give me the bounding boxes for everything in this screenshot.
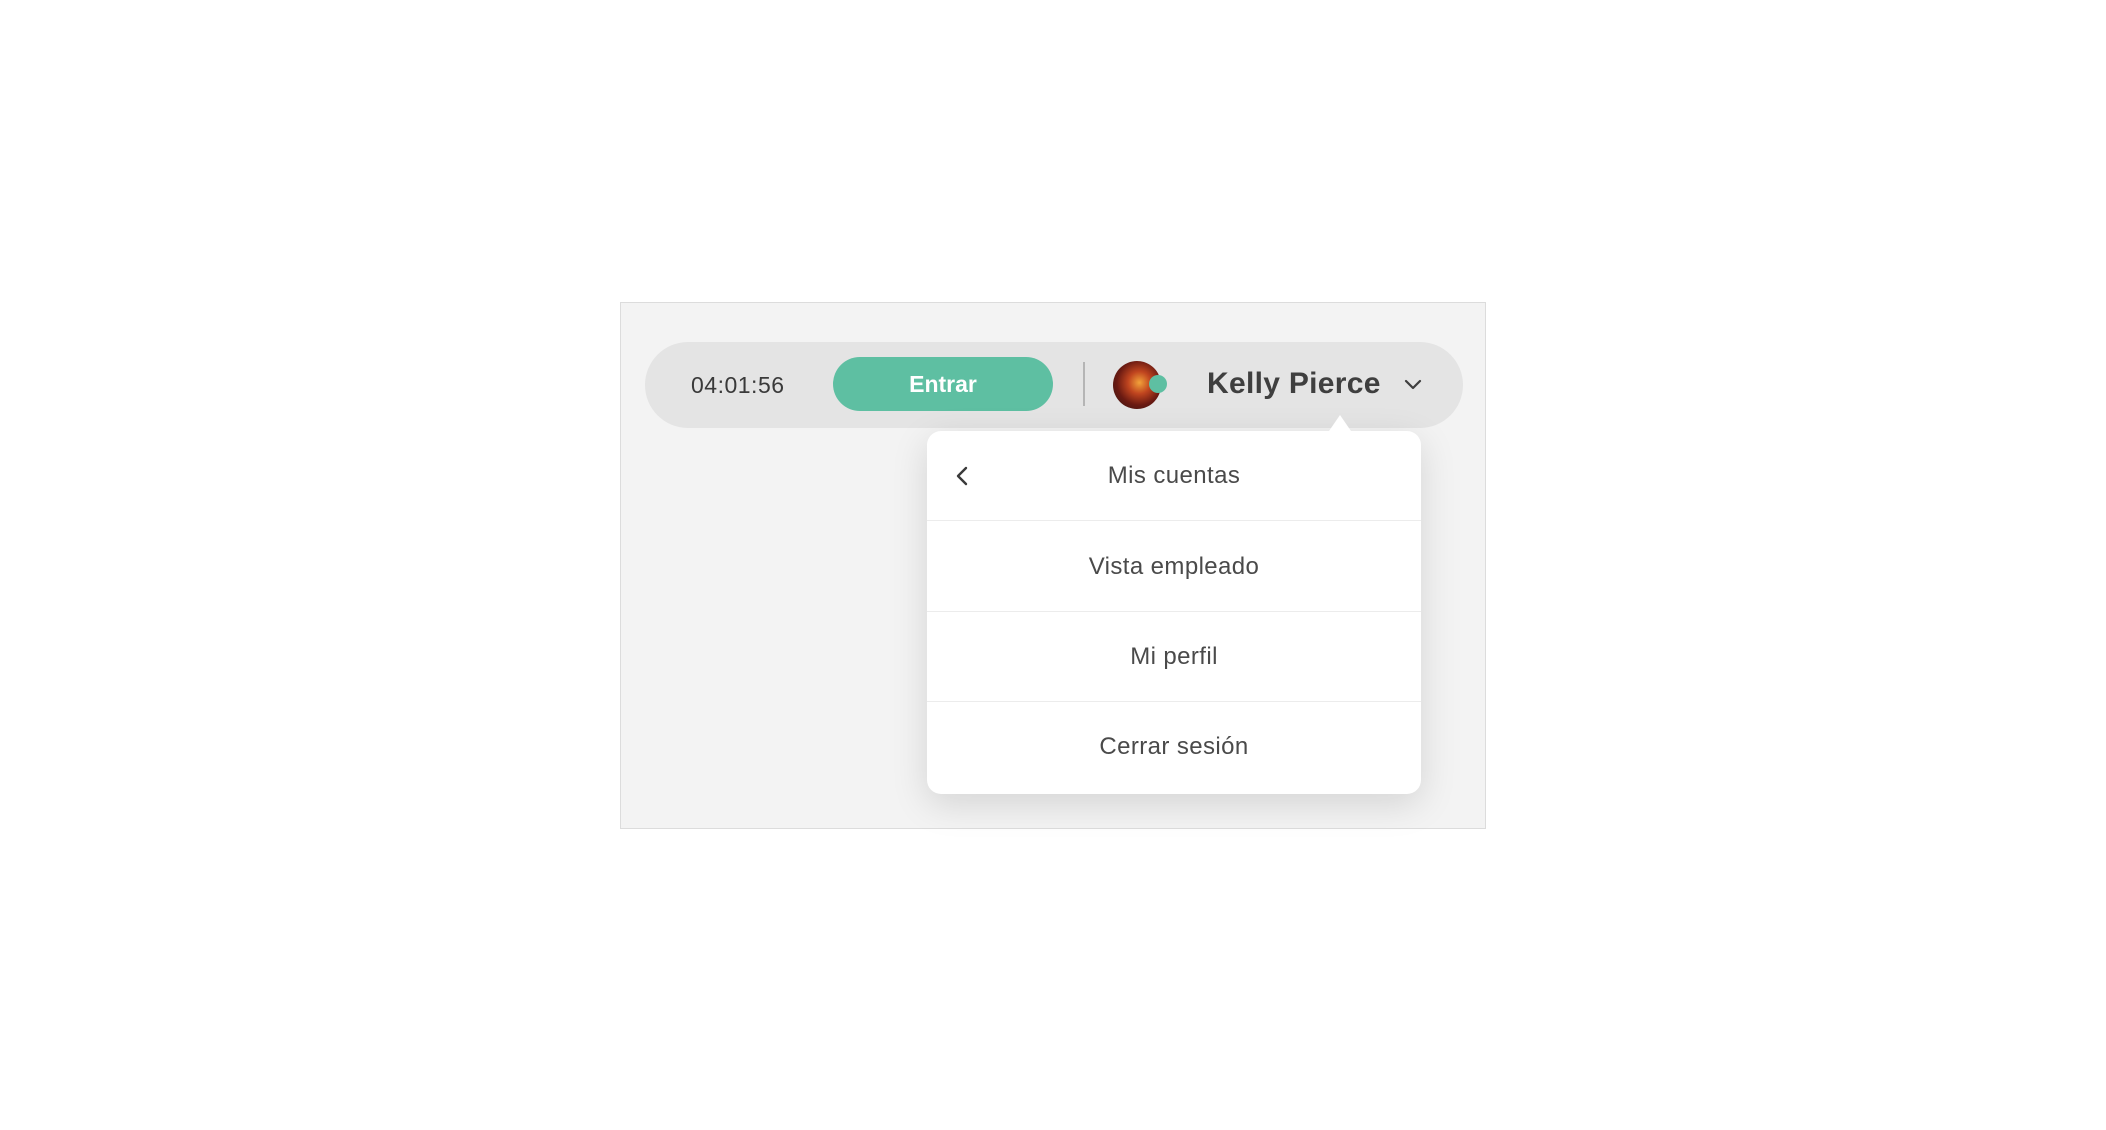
chevron-down-icon[interactable] [1403, 377, 1423, 393]
menu-header-label: Mis cuentas [1107, 462, 1241, 489]
menu-item-cerrar-sesion[interactable]: Cerrar sesión [927, 702, 1421, 792]
user-avatar[interactable] [1113, 361, 1167, 409]
menu-item-vista-empleado[interactable]: Vista empleado [927, 522, 1421, 612]
chevron-left-icon[interactable] [955, 464, 969, 488]
work-timer: 04:01:56 [691, 372, 785, 398]
app-frame: 04:01:56 Entrar Kelly Pierce Mis cuentas… [620, 302, 1486, 829]
menu-item-label: Mi perfil [1130, 643, 1218, 670]
menu-item-label: Vista empleado [1088, 553, 1260, 580]
user-name[interactable]: Kelly Pierce [1207, 342, 1381, 428]
divider [1083, 362, 1085, 406]
menu-item-label: Cerrar sesión [1099, 733, 1249, 760]
menu-item-mi-perfil[interactable]: Mi perfil [927, 612, 1421, 702]
menu-pointer [1329, 415, 1351, 431]
clock-in-button[interactable]: Entrar [833, 357, 1053, 411]
account-dropdown-menu: Mis cuentas Vista empleado Mi perfil Cer… [927, 415, 1421, 794]
menu-header-mis-cuentas[interactable]: Mis cuentas [927, 431, 1421, 521]
online-status-dot [1149, 375, 1167, 393]
